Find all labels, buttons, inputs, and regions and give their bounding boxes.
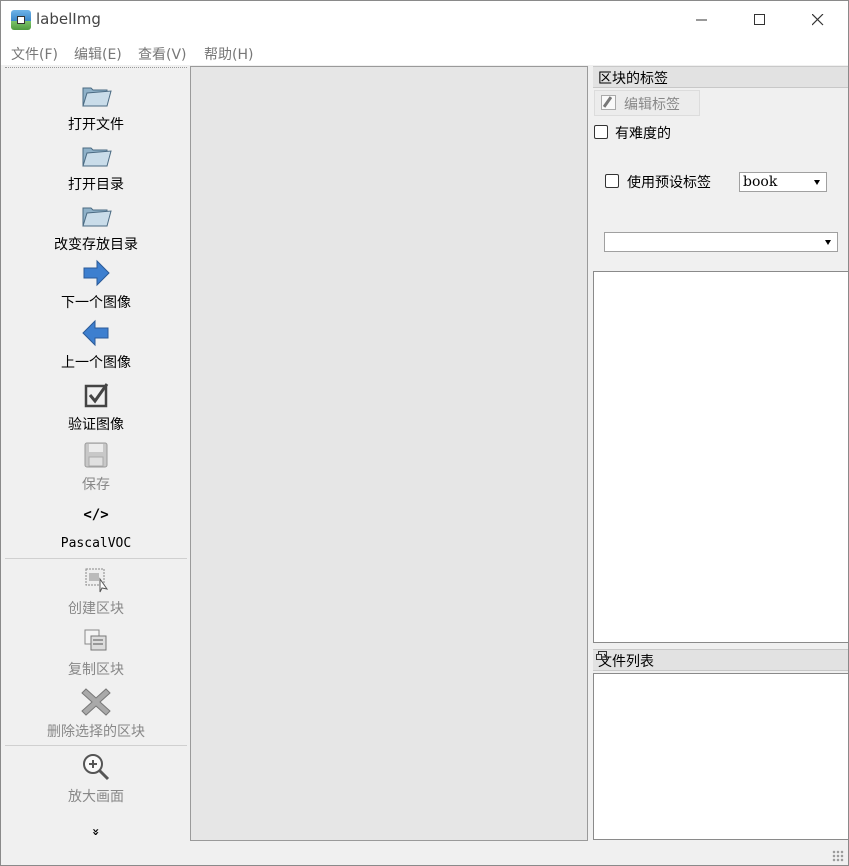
- application-window: labelImg 文件(F) 编辑(E) 查看(V) 帮助(H) 打开文件 打开…: [0, 0, 849, 866]
- close-button[interactable]: [789, 1, 847, 39]
- maximize-button[interactable]: [731, 1, 789, 39]
- file-list[interactable]: [593, 673, 849, 840]
- toolbar-separator: [5, 558, 187, 559]
- prev-image-button[interactable]: 上一个图像: [3, 317, 189, 372]
- box-labels-dock-title: 区块的标签: [593, 66, 848, 88]
- box-labels-title: 区块的标签: [598, 71, 668, 87]
- save-icon: [80, 439, 112, 471]
- prev-image-label: 上一个图像: [61, 355, 131, 371]
- menu-file[interactable]: 文件(F): [11, 44, 58, 64]
- float-icon[interactable]: [596, 651, 607, 660]
- status-bar: [1, 843, 848, 865]
- verify-image-button[interactable]: 验证图像: [3, 379, 189, 434]
- delete-box-label: 删除选择的区块: [47, 724, 145, 740]
- label-filter-combobox[interactable]: [604, 232, 838, 252]
- copy-box-button[interactable]: 复制区块: [3, 624, 189, 679]
- delete-cross-icon: [80, 686, 112, 718]
- resize-grip-icon[interactable]: [832, 850, 844, 862]
- tool-bar: 打开文件 打开目录 改变存放目录 下一个图像 上一个图像 验证图像 保存 </>…: [3, 67, 189, 839]
- change-save-dir-button[interactable]: 改变存放目录: [3, 199, 189, 254]
- dropdown-arrow-icon: [814, 180, 820, 185]
- use-default-label-checkbox[interactable]: [605, 174, 619, 188]
- close-icon: [812, 14, 824, 26]
- menu-edit[interactable]: 编辑(E): [74, 44, 122, 64]
- edit-icon: [601, 95, 616, 110]
- file-list-dock-title: 文件列表: [593, 649, 848, 671]
- create-box-button[interactable]: 创建区块: [3, 563, 189, 618]
- zoom-in-icon: [80, 751, 112, 783]
- default-label-combobox[interactable]: book: [739, 172, 827, 192]
- code-glyph: </>: [83, 507, 109, 523]
- create-box-icon: [80, 563, 112, 595]
- arrow-left-icon: [80, 317, 112, 349]
- open-file-label: 打开文件: [68, 117, 124, 133]
- use-default-label-text: 使用预设标签: [627, 175, 711, 191]
- toolbar-separator: [5, 745, 187, 746]
- difficult-checkbox[interactable]: [594, 125, 608, 139]
- folder-open-icon: [80, 139, 112, 171]
- zoom-in-button[interactable]: 放大画面: [3, 751, 189, 806]
- next-image-button[interactable]: 下一个图像: [3, 257, 189, 312]
- title-bar: labelImg: [1, 1, 848, 39]
- open-dir-button[interactable]: 打开目录: [3, 139, 189, 194]
- copy-box-label: 复制区块: [68, 662, 124, 678]
- maximize-icon: [754, 14, 765, 25]
- code-icon: </>: [80, 501, 112, 529]
- image-canvas[interactable]: [190, 66, 588, 841]
- open-file-button[interactable]: 打开文件: [3, 79, 189, 134]
- folder-open-icon: [80, 79, 112, 111]
- next-image-label: 下一个图像: [61, 295, 131, 311]
- verify-image-label: 验证图像: [68, 417, 124, 433]
- checkbox-icon: [80, 379, 112, 411]
- copy-box-icon: [80, 624, 112, 656]
- save-label: 保存: [82, 477, 110, 493]
- menu-bar: 文件(F) 编辑(E) 查看(V) 帮助(H): [1, 39, 848, 65]
- open-dir-label: 打开目录: [68, 177, 124, 193]
- dropdown-arrow-icon: [825, 240, 831, 245]
- folder-open-icon: [80, 199, 112, 231]
- create-box-label: 创建区块: [68, 601, 124, 617]
- app-icon: [11, 10, 31, 30]
- default-label-value: book: [743, 174, 778, 190]
- arrow-right-icon: [80, 257, 112, 289]
- format-pascalvoc-label: PascalVOC: [60, 536, 132, 551]
- format-pascalvoc-button[interactable]: </> PascalVOC: [3, 501, 189, 551]
- menu-help[interactable]: 帮助(H): [204, 44, 253, 64]
- minimize-icon: [696, 19, 707, 21]
- edit-label-button[interactable]: 编辑标签: [594, 90, 700, 116]
- window-title: labelImg: [36, 10, 101, 28]
- minimize-button[interactable]: [673, 1, 731, 39]
- save-button[interactable]: 保存: [3, 439, 189, 494]
- difficult-label: 有难度的: [615, 126, 671, 142]
- menu-view[interactable]: 查看(V): [138, 44, 187, 64]
- label-list[interactable]: [593, 271, 849, 643]
- change-save-dir-label: 改变存放目录: [54, 237, 138, 253]
- toolbar-extension-button[interactable]: »: [89, 826, 103, 838]
- zoom-in-label: 放大画面: [68, 789, 124, 805]
- delete-box-button[interactable]: 删除选择的区块: [3, 686, 189, 741]
- edit-label-text: 编辑标签: [624, 97, 680, 113]
